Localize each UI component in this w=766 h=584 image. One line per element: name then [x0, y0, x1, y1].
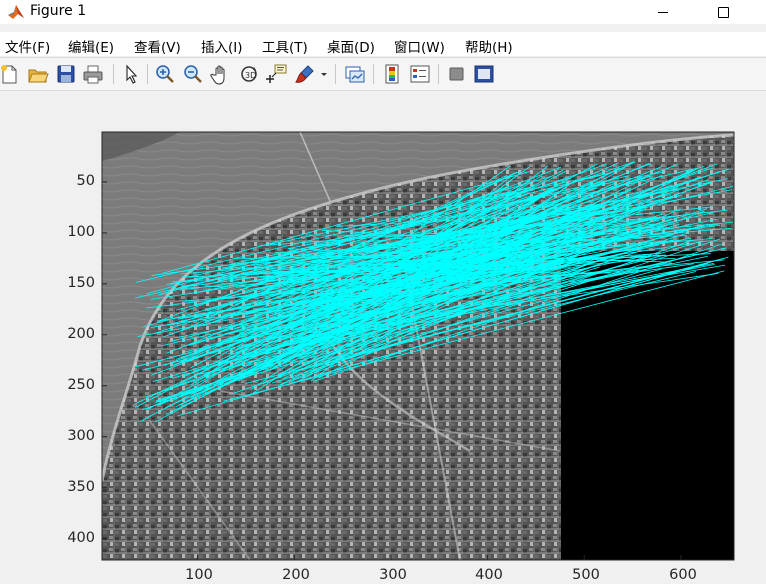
- x-tick-label: 100: [185, 567, 213, 583]
- insert-legend-icon[interactable]: [409, 63, 431, 85]
- y-tick-label: 300: [67, 428, 95, 444]
- hide-plot-tools-icon[interactable]: [446, 63, 468, 85]
- y-tick-label: 350: [67, 479, 95, 495]
- y-tick-label: 150: [67, 275, 95, 291]
- print-icon[interactable]: [82, 63, 104, 85]
- maximize-icon: [717, 6, 729, 18]
- menu-help[interactable]: 帮助(H): [465, 36, 513, 56]
- link-plot-icon[interactable]: [344, 63, 366, 85]
- x-tick-label: 500: [572, 567, 600, 583]
- minimize-icon: [658, 11, 668, 13]
- show-plot-tools-icon[interactable]: [473, 63, 495, 85]
- y-tick-label: 50: [76, 173, 95, 189]
- data-cursor-icon[interactable]: [266, 63, 288, 85]
- zoom-in-icon[interactable]: [154, 63, 176, 85]
- toolbar-separator: [373, 64, 374, 84]
- chevron-down-icon[interactable]: [319, 63, 329, 85]
- y-tick-label: 200: [67, 326, 95, 342]
- svg-text:3D: 3D: [245, 71, 256, 80]
- window-title: Figure 1: [30, 3, 87, 19]
- matlab-icon: [8, 5, 24, 19]
- y-tick-label: 100: [67, 224, 95, 240]
- y-tick-label: 250: [67, 377, 95, 393]
- x-tick-label: 300: [379, 567, 407, 583]
- menu-insert[interactable]: 插入(I): [201, 36, 243, 56]
- minimize-button[interactable]: [640, 0, 686, 24]
- menu-file[interactable]: 文件(F): [5, 36, 50, 56]
- toolbar-separator: [438, 64, 439, 84]
- pan-icon[interactable]: [210, 63, 232, 85]
- insert-colorbar-icon[interactable]: [381, 63, 403, 85]
- new-figure-icon[interactable]: [0, 63, 20, 85]
- menu-desktop[interactable]: 桌面(D): [327, 36, 375, 56]
- menu-tools[interactable]: 工具(T): [262, 36, 308, 56]
- figure-toolbar: 3D: [0, 58, 766, 90]
- menu-edit[interactable]: 编辑(E): [68, 36, 114, 56]
- menu-bar: 文件(F) 编辑(E) 查看(V) 插入(I) 工具(T) 桌面(D) 窗口(W…: [0, 32, 766, 56]
- x-tick-label: 200: [282, 567, 310, 583]
- axes[interactable]: [0, 91, 766, 584]
- title-bar: Figure 1: [0, 0, 766, 24]
- rotate-3d-icon[interactable]: 3D: [238, 63, 260, 85]
- edit-plot-icon[interactable]: [120, 63, 142, 85]
- y-tick-label: 400: [67, 530, 95, 546]
- toolbar-separator: [335, 64, 336, 84]
- save-icon[interactable]: [55, 63, 77, 85]
- open-file-icon[interactable]: [27, 63, 49, 85]
- maximize-button[interactable]: [700, 0, 746, 24]
- brush-icon[interactable]: [294, 63, 316, 85]
- x-tick-label: 600: [669, 567, 697, 583]
- zoom-out-icon[interactable]: [182, 63, 204, 85]
- menu-view[interactable]: 查看(V): [134, 36, 181, 56]
- menu-window[interactable]: 窗口(W): [394, 36, 445, 56]
- toolbar-separator: [113, 64, 114, 84]
- toolbar-separator: [147, 64, 148, 84]
- x-tick-label: 400: [475, 567, 503, 583]
- figure-canvas: 50 100 150 200 250 300 350 400 100 200 3…: [0, 91, 766, 584]
